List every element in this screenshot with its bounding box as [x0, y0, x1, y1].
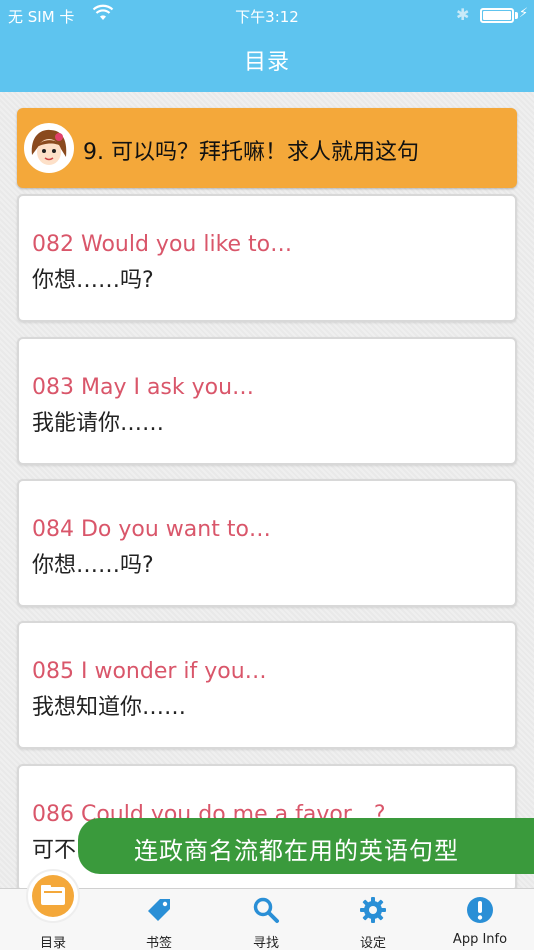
list-item[interactable]: 084 Do you want to… 你想……吗? [17, 479, 517, 607]
folder-icon [41, 885, 65, 905]
tab-label: 寻找 [252, 936, 279, 950]
tab-app-info[interactable]: App Info [427, 889, 533, 950]
tab-label: 目录 [39, 936, 66, 950]
promo-banner-text: 连政商名流都在用的英语句型 [134, 837, 459, 865]
search-icon [253, 897, 279, 923]
bluetooth-icon: ✱ [456, 5, 470, 24]
item-chinese: 你想……吗? [32, 268, 154, 293]
item-chinese: 我想知道你…… [32, 695, 187, 720]
tab-bookmarks[interactable]: 书签 [106, 889, 212, 950]
tab-label: 书签 [145, 936, 172, 950]
list-item[interactable]: 085 I wonder if you… 我想知道你…… [17, 621, 517, 749]
girl-avatar-icon [24, 123, 74, 173]
section-header[interactable]: 9. 可以吗？拜托嘛！求人就用这句 [17, 108, 517, 188]
charging-icon: ⚡ [519, 6, 529, 21]
item-english: 084 Do you want to… [32, 517, 271, 542]
battery-icon [480, 8, 514, 23]
tab-settings[interactable]: 设定 [320, 889, 426, 950]
list-item[interactable]: 082 Would you like to… 你想……吗? [17, 194, 517, 322]
tab-label: App Info [452, 932, 508, 947]
item-chinese: 我能请你…… [32, 411, 165, 436]
tab-contents[interactable]: 目录 [0, 869, 106, 950]
info-icon [467, 897, 493, 923]
tab-label: 设定 [359, 936, 386, 950]
list-item[interactable]: 083 May I ask you… 我能请你…… [17, 337, 517, 465]
page-title: 目录 [243, 50, 290, 75]
clock: 下午3:12 [235, 8, 299, 26]
promo-banner[interactable]: 连政商名流都在用的英语句型 [78, 818, 534, 874]
tab-search[interactable]: 寻找 [213, 889, 319, 950]
battery-tip [515, 12, 518, 19]
item-english: 085 I wonder if you… [32, 659, 267, 684]
contents-list[interactable]: 9. 可以吗？拜托嘛！求人就用这句 082 Would you like to…… [0, 92, 534, 888]
section-title: 9. 可以吗？拜托嘛！求人就用这句 [83, 140, 419, 165]
active-tab-bubble [26, 869, 80, 923]
tag-icon [148, 899, 170, 921]
item-english: 083 May I ask you… [32, 375, 255, 400]
gear-icon [360, 897, 386, 923]
tab-bar: 目录 书签 寻找 设定 App Info [0, 869, 534, 950]
top-bar: 无 SIM 卡 下午3:12 ✱ ⚡ 目录 [0, 0, 534, 92]
item-english: 082 Would you like to… [32, 232, 293, 257]
status-bar: 无 SIM 卡 下午3:12 ✱ ⚡ [0, 0, 534, 30]
item-chinese: 你想……吗? [32, 553, 154, 578]
